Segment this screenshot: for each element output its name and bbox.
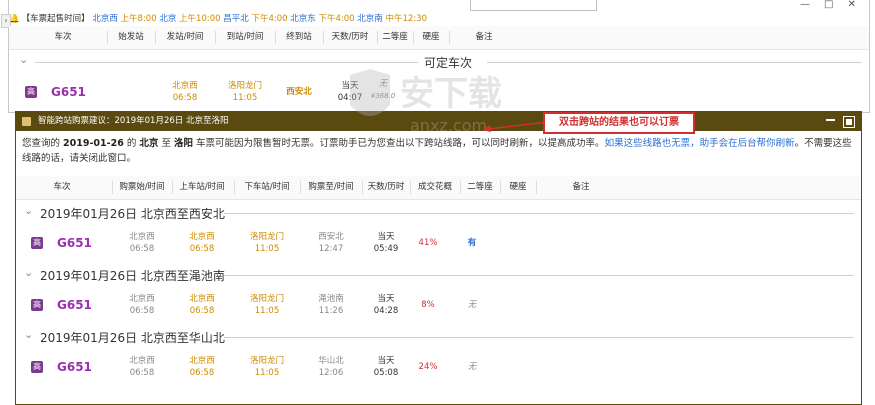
suggestion-group: ⌄ 2019年01月26日 北京西至华山北 高 G651 北京西 06:58 北京…	[16, 328, 861, 388]
train-number[interactable]: G651	[51, 85, 86, 99]
annotation-callout: 双击跨站的结果也可以订票	[543, 112, 695, 134]
minimize-icon[interactable]: —	[800, 0, 810, 12]
col-origin[interactable]: 始发站	[109, 26, 153, 49]
chevron-down-icon[interactable]: ⌄	[24, 328, 33, 341]
train-number[interactable]: G651	[57, 298, 92, 312]
result-table-header: 车次 始发站 发站/时间 到站/时间 终到站 天数/历时 二等座 硬座 备注	[9, 26, 869, 50]
chevron-down-icon[interactable]: ⌄	[24, 204, 33, 217]
table-row[interactable]: 高 G651 北京西 06:58 北京西 06:58 洛阳龙门 11:05 西安北 12…	[16, 228, 861, 258]
col-remark[interactable]: 备注	[454, 26, 514, 49]
train-type-icon: 高	[25, 86, 37, 98]
window-controls: — □ ✕	[800, 0, 860, 12]
shield-watermark-icon	[350, 69, 390, 116]
train-number[interactable]: G651	[57, 360, 92, 374]
close-icon[interactable]	[843, 116, 855, 128]
app-icon	[22, 117, 31, 126]
train-type-icon: 高	[31, 361, 43, 373]
group-title: 2019年01月26日 北京西至华山北	[40, 331, 225, 345]
col-hard-seat[interactable]: 硬座	[413, 26, 449, 49]
col-second-class[interactable]: 二等座	[377, 26, 413, 49]
train-number[interactable]: G651	[57, 236, 92, 250]
minimize-icon[interactable]	[826, 119, 835, 121]
col-depart[interactable]: 发站/时间	[155, 26, 215, 49]
close-icon[interactable]: ✕	[847, 0, 855, 12]
chevron-down-icon[interactable]: ⌄	[19, 53, 28, 66]
suggestion-group: ⌄ 2019年01月26日 北京西至西安北 高 G651 北京西 06:58 北京…	[16, 204, 861, 264]
train-type-icon: 高	[31, 299, 43, 311]
svg-text:安下载: 安下载	[400, 74, 502, 114]
maximize-icon[interactable]: □	[824, 0, 833, 12]
svg-text:anxz.com: anxz.com	[410, 116, 487, 135]
cross-station-suggestion-dialog: 智能跨站购票建议：2019年01月26日 北京至洛阳 您查询的 2019-01-…	[15, 111, 862, 405]
group-title: 2019年01月26日 北京西至西安北	[40, 207, 225, 221]
group-title: 2019年01月26日 北京西至渑池南	[40, 269, 225, 283]
search-input[interactable]	[470, 0, 597, 11]
watermark-logo: 安下载 anxz.com	[330, 65, 550, 145]
table-row[interactable]: 高 G651 北京西 06:58 北京西 06:58 洛阳龙门 11:05 渑池南 11…	[16, 290, 861, 320]
dialog-title: 智能跨站购票建议：2019年01月26日 北京至洛阳	[38, 116, 229, 126]
col-duration[interactable]: 天数/历时	[323, 26, 377, 49]
suggestion-group: ⌄ 2019年01月26日 北京西至渑池南 高 G651 北京西 06:58 北京…	[16, 266, 861, 326]
ticket-sale-notice: 🔔 【车票起售时间】 北京西 上午8:00 北京 上午10:00 昌平北 下午4:…	[9, 14, 427, 24]
chevron-down-icon[interactable]: ⌄	[24, 266, 33, 279]
col-train-no[interactable]: 车次	[39, 26, 87, 49]
train-type-icon: 高	[31, 237, 43, 249]
col-arrive[interactable]: 到站/时间	[215, 26, 275, 49]
annotation-arrow	[482, 121, 549, 132]
col-terminal[interactable]: 终到站	[275, 26, 323, 49]
bell-icon: 🔔	[9, 14, 20, 24]
table-row[interactable]: 高 G651 北京西 06:58 北京西 06:58 洛阳龙门 11:05 华山北 12…	[16, 352, 861, 382]
suggestion-table-header: 车次 购票始/时间 上车站/时间 下车站/时间 购票至/时间 天数/历时 成交花…	[16, 176, 861, 200]
